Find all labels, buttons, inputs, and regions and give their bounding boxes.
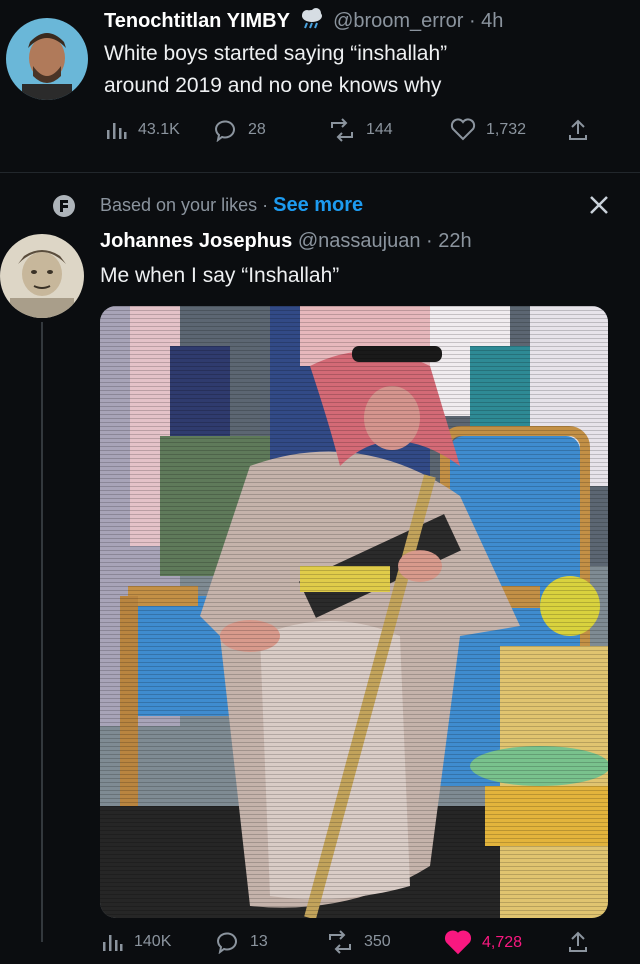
tweet-2-header: Johannes Josephus @nassaujuan · 22h <box>100 230 472 253</box>
timestamp[interactable]: · 22h <box>426 230 472 252</box>
views-icon <box>103 935 123 951</box>
tweet-1-text: White boys started saying “inshallah” ar… <box>104 38 447 102</box>
retweet-icon <box>331 118 353 142</box>
see-more-link[interactable]: See more <box>273 194 363 216</box>
retweet-button[interactable]: 144 <box>328 118 393 142</box>
like-count: 1,732 <box>486 121 527 138</box>
retweet-count: 144 <box>366 121 393 138</box>
tweet-1-actions: 43.1K 28 144 1,732 <box>0 118 640 148</box>
close-icon[interactable] <box>588 194 610 221</box>
context-dot: · <box>262 195 269 215</box>
retweet-button[interactable]: 350 <box>326 930 391 954</box>
cloud-icon <box>300 8 324 36</box>
views-count: 140K <box>134 933 172 950</box>
reply-button[interactable]: 13 <box>214 930 268 954</box>
reply-icon <box>216 932 237 954</box>
retweet-icon <box>329 930 351 954</box>
like-icon <box>450 118 476 141</box>
views-button[interactable]: 43.1K <box>104 118 180 142</box>
views-icon <box>107 123 127 139</box>
thread-line <box>41 322 43 942</box>
recommendation-context: Based on your likes · See more <box>0 190 640 222</box>
display-name[interactable]: Tenochtitlan YIMBY <box>104 10 290 32</box>
like-count: 4,728 <box>482 934 523 951</box>
share-icon <box>569 119 587 140</box>
share-button[interactable] <box>566 930 590 954</box>
avatar[interactable] <box>0 234 84 318</box>
views-count: 43.1K <box>138 121 180 138</box>
context-text: Based on your likes · See more <box>100 194 363 217</box>
handle[interactable]: @nassaujuan <box>298 230 421 252</box>
tweet-2-text: Me when I say “Inshallah” <box>100 264 340 287</box>
reply-button[interactable]: 28 <box>212 118 266 142</box>
tweet-media-image[interactable] <box>100 306 608 918</box>
like-button[interactable]: 4,728 <box>444 930 522 956</box>
like-icon <box>444 930 472 955</box>
reply-count: 13 <box>250 933 268 950</box>
tweet-text-line: White boys started saying “inshallah” <box>104 42 448 65</box>
sparkle-icon <box>52 194 76 223</box>
context-label: Based on your likes <box>100 195 258 215</box>
reply-count: 28 <box>248 121 266 138</box>
avatar[interactable] <box>6 18 88 100</box>
display-name[interactable]: Johannes Josephus <box>100 230 292 252</box>
tweet-1-header: Tenochtitlan YIMBY @broom_error · 4h <box>104 8 503 36</box>
views-button[interactable]: 140K <box>100 930 171 954</box>
handle[interactable]: @broom_error <box>333 10 463 32</box>
timestamp[interactable]: · 4h <box>469 10 503 32</box>
retweet-count: 350 <box>364 933 391 950</box>
tweet-text-line: around 2019 and no one knows why <box>104 74 442 97</box>
share-icon <box>569 931 587 952</box>
reply-icon <box>214 120 235 142</box>
tweet-2-actions: 140K 13 350 4,728 <box>0 930 640 960</box>
share-button[interactable] <box>566 118 590 142</box>
divider <box>0 172 640 173</box>
tweet-1: Tenochtitlan YIMBY @broom_error · 4h Whi… <box>0 0 640 160</box>
like-button[interactable]: 1,732 <box>450 118 526 142</box>
